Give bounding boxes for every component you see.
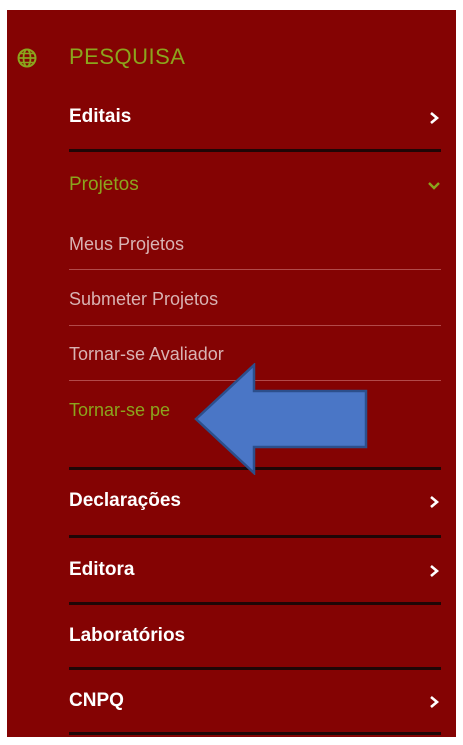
annotation-arrow-left-icon	[194, 363, 368, 475]
menu-item-cnpq[interactable]: CNPQ	[69, 686, 441, 716]
menu-item-projetos[interactable]: Projetos	[69, 170, 441, 200]
submenu-item-meus-projetos[interactable]: Meus Projetos	[69, 234, 184, 255]
submenu-divider	[69, 325, 441, 326]
sidebar-menu-panel: PESQUISA Editais Projetos Meus Projetos …	[7, 10, 456, 737]
menu-item-editais[interactable]: Editais	[69, 102, 441, 132]
menu-divider	[69, 732, 441, 735]
menu-item-declaracoes[interactable]: Declarações	[69, 486, 441, 516]
section-title: PESQUISA	[69, 44, 186, 69]
menu-divider	[69, 535, 441, 538]
menu-item-cnpq-label: CNPQ	[69, 690, 124, 711]
submenu-item-tornar-se-pesquisador[interactable]: Tornar-se pe	[69, 400, 170, 421]
chevron-down-icon	[427, 179, 441, 193]
globe-icon	[17, 48, 37, 68]
menu-item-editais-label: Editais	[69, 106, 132, 127]
menu-item-projetos-label: Projetos	[69, 174, 139, 195]
chevron-right-icon	[427, 564, 441, 578]
menu-divider	[69, 602, 441, 605]
chevron-right-icon	[427, 495, 441, 509]
menu-item-editora-label: Editora	[69, 559, 135, 580]
submenu-divider	[69, 269, 441, 270]
menu-item-editora[interactable]: Editora	[69, 555, 441, 585]
menu-item-declaracoes-label: Declarações	[69, 490, 181, 511]
submenu-item-submeter-projetos[interactable]: Submeter Projetos	[69, 289, 218, 310]
chevron-right-icon	[427, 695, 441, 709]
submenu-item-tornar-se-avaliador[interactable]: Tornar-se Avaliador	[69, 344, 224, 365]
chevron-right-icon	[427, 111, 441, 125]
menu-item-laboratorios-label: Laboratórios	[69, 625, 186, 646]
menu-divider	[69, 667, 441, 670]
menu-divider	[69, 149, 441, 152]
menu-item-laboratorios[interactable]: Laboratórios	[69, 621, 441, 651]
section-header-pesquisa[interactable]: PESQUISA	[7, 38, 456, 78]
